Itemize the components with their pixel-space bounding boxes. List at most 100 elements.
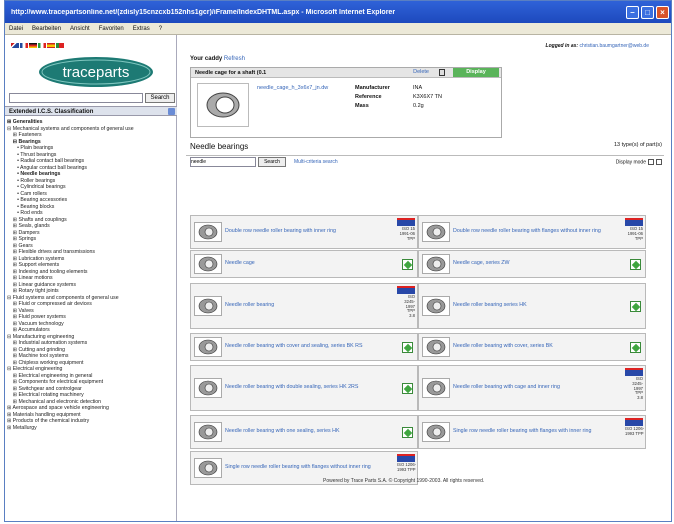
part-card[interactable]: Needle roller bearing with one sealing, … xyxy=(190,415,418,449)
part-count: 13 type(s) of part(s) xyxy=(614,142,662,148)
property-key: Reference xyxy=(355,93,382,100)
browser-window: http://www.tracepartsonline.net/(zdisly1… xyxy=(4,0,672,522)
flag-es-icon[interactable] xyxy=(47,43,55,48)
bearing-thumbnail-icon[interactable] xyxy=(422,337,450,357)
part-link[interactable]: Needle roller bearing xyxy=(225,302,274,308)
part-card[interactable]: Needle roller bearing series HK xyxy=(418,283,646,329)
search-button[interactable]: Search xyxy=(145,93,175,103)
menu-item[interactable]: ? xyxy=(159,26,162,32)
menu-item[interactable]: Datei xyxy=(9,26,23,32)
part-card[interactable]: Needle roller bearing with double sealin… xyxy=(190,365,418,411)
list-view-icon[interactable] xyxy=(648,159,654,165)
bearing-thumbnail-icon[interactable] xyxy=(194,296,222,316)
logo-text: traceparts xyxy=(63,64,130,81)
menu-item[interactable]: Favoriten xyxy=(99,26,124,32)
flag-de-icon[interactable] xyxy=(29,43,37,48)
part-card[interactable]: Needle roller bearing with cover and sea… xyxy=(190,333,418,361)
multi-criteria-search-link[interactable]: Multi-criteria search xyxy=(294,159,338,165)
part-link[interactable]: Needle cage, series ZW xyxy=(453,260,510,266)
property-key: Manufacturer xyxy=(355,84,390,91)
menu-item[interactable]: Bearbeiten xyxy=(32,26,61,32)
part-card[interactable]: Needle cage, series ZW xyxy=(418,250,646,278)
bearing-thumbnail-icon[interactable] xyxy=(194,222,222,242)
flag-it-icon[interactable] xyxy=(38,43,46,48)
window-title: http://www.tracepartsonline.net/(zdisly1… xyxy=(11,8,396,16)
part-link[interactable]: Needle roller bearing series HK xyxy=(453,302,527,308)
part-card[interactable]: Needle cage xyxy=(190,250,418,278)
part-card[interactable]: Needle roller bearing with cage and inne… xyxy=(418,365,646,411)
part-link[interactable]: Needle roller bearing with cage and inne… xyxy=(453,384,560,390)
bearing-thumbnail-icon[interactable] xyxy=(194,378,222,398)
search-bar: Search xyxy=(9,93,175,103)
standard-info: ISO 1206- 1993 TPP xyxy=(397,462,417,472)
bearing-thumbnail-icon[interactable] xyxy=(194,337,222,357)
filter-search-button[interactable]: Search xyxy=(258,157,286,167)
green-diamond-icon[interactable] xyxy=(630,259,641,270)
trash-icon[interactable] xyxy=(439,69,445,76)
part-card[interactable]: Single row needle roller bearing with fl… xyxy=(418,415,646,449)
delete-link[interactable]: Delete xyxy=(413,69,429,75)
flag-pt-icon[interactable] xyxy=(56,43,64,48)
part-card[interactable]: Double row needle roller bearing with in… xyxy=(190,215,418,249)
standard-badge: ISO 15 1991-06 TPP xyxy=(397,218,415,241)
flag-uk-icon[interactable] xyxy=(11,43,19,48)
flag-fr-icon[interactable] xyxy=(20,43,28,48)
maximize-button[interactable]: □ xyxy=(641,5,654,19)
standard-badge: ISO 1206- 1993 TPP xyxy=(625,418,644,437)
part-card[interactable]: Needle roller bearing with cover, series… xyxy=(418,333,646,361)
bearing-thumbnail-icon[interactable] xyxy=(422,222,450,242)
caddy-refresh-link[interactable]: Refresh xyxy=(224,56,245,62)
bearing-thumbnail-icon[interactable] xyxy=(422,422,450,442)
search-input[interactable] xyxy=(9,93,143,103)
part-link[interactable]: Double row needle roller bearing with in… xyxy=(225,228,336,234)
tree-item[interactable]: ⊞ Metallurgy xyxy=(7,425,175,432)
part-link[interactable]: Needle roller bearing with double sealin… xyxy=(225,384,358,390)
bearing-thumbnail-icon[interactable] xyxy=(422,378,450,398)
green-diamond-icon[interactable] xyxy=(402,383,413,394)
property-value: 0.2g xyxy=(413,102,424,109)
grid-view-icon[interactable] xyxy=(656,159,662,165)
skf-logo-icon xyxy=(625,218,643,226)
green-diamond-icon[interactable] xyxy=(630,342,641,353)
green-diamond-icon[interactable] xyxy=(402,427,413,438)
part-link[interactable]: Needle roller bearing with cover and sea… xyxy=(225,343,363,349)
property-key: Mass xyxy=(355,102,369,109)
collapse-icon[interactable] xyxy=(168,108,175,115)
classification-tree: ⊞ Generalities ⊟ Mechanical systems and c… xyxy=(7,119,175,431)
menu-item[interactable]: Extras xyxy=(133,26,150,32)
part-link[interactable]: Needle cage xyxy=(225,260,255,266)
part-card[interactable]: Double row needle roller bearing with fl… xyxy=(418,215,646,249)
part-link[interactable]: Needle roller bearing with cover, series… xyxy=(453,343,553,349)
part-link[interactable]: Double row needle roller bearing with fl… xyxy=(453,228,601,234)
caddy-thumbnail[interactable] xyxy=(197,83,249,127)
menu-bar: Datei Bearbeiten Ansicht Favoriten Extras? xyxy=(5,23,671,35)
bearing-thumbnail-icon[interactable] xyxy=(194,422,222,442)
green-diamond-icon[interactable] xyxy=(402,259,413,270)
display-mode: Display mode xyxy=(616,159,662,165)
bearing-thumbnail-icon[interactable] xyxy=(422,296,450,316)
menu-item[interactable]: Ansicht xyxy=(70,26,90,32)
page: traceparts Search Extended I.C.S. Classi… xyxy=(5,35,671,521)
section-title: Needle bearings xyxy=(190,142,249,151)
bearing-thumbnail-icon[interactable] xyxy=(422,254,450,274)
part-link[interactable]: Needle roller bearing with one sealing, … xyxy=(225,428,340,434)
green-diamond-icon[interactable] xyxy=(402,342,413,353)
bearing-thumbnail-icon[interactable] xyxy=(194,458,222,478)
table-row: Reference K3X6X7 TN xyxy=(351,92,446,101)
caddy-properties: Manufacturer INA Reference K3X6X7 TN Mass 0… xyxy=(351,83,446,110)
close-button[interactable]: × xyxy=(656,5,669,19)
footer: Powered by Trace Parts S.A. © Copyright … xyxy=(323,478,485,484)
green-diamond-icon[interactable] xyxy=(630,301,641,312)
filter-input[interactable] xyxy=(190,157,256,167)
logged-user[interactable]: christian.baumgartner@web.de xyxy=(579,43,649,49)
bearing-thumbnail-icon[interactable] xyxy=(194,254,222,274)
minimize-button[interactable]: – xyxy=(626,5,639,19)
part-link[interactable]: Single row needle roller bearing with fl… xyxy=(225,464,371,470)
standard-info: ISO 15 1991-06 TPP xyxy=(399,226,415,241)
skf-logo-icon xyxy=(625,368,643,376)
part-card[interactable]: Needle roller bearing ISO 3245- 1997 TPP … xyxy=(190,283,418,329)
caddy-file-link[interactable]: needle_cage_h_3x6x7_jn.dw xyxy=(257,85,328,91)
part-link[interactable]: Single row needle roller bearing with fl… xyxy=(453,428,591,434)
display-button[interactable]: Display xyxy=(453,68,499,77)
skf-logo-icon xyxy=(397,454,415,462)
